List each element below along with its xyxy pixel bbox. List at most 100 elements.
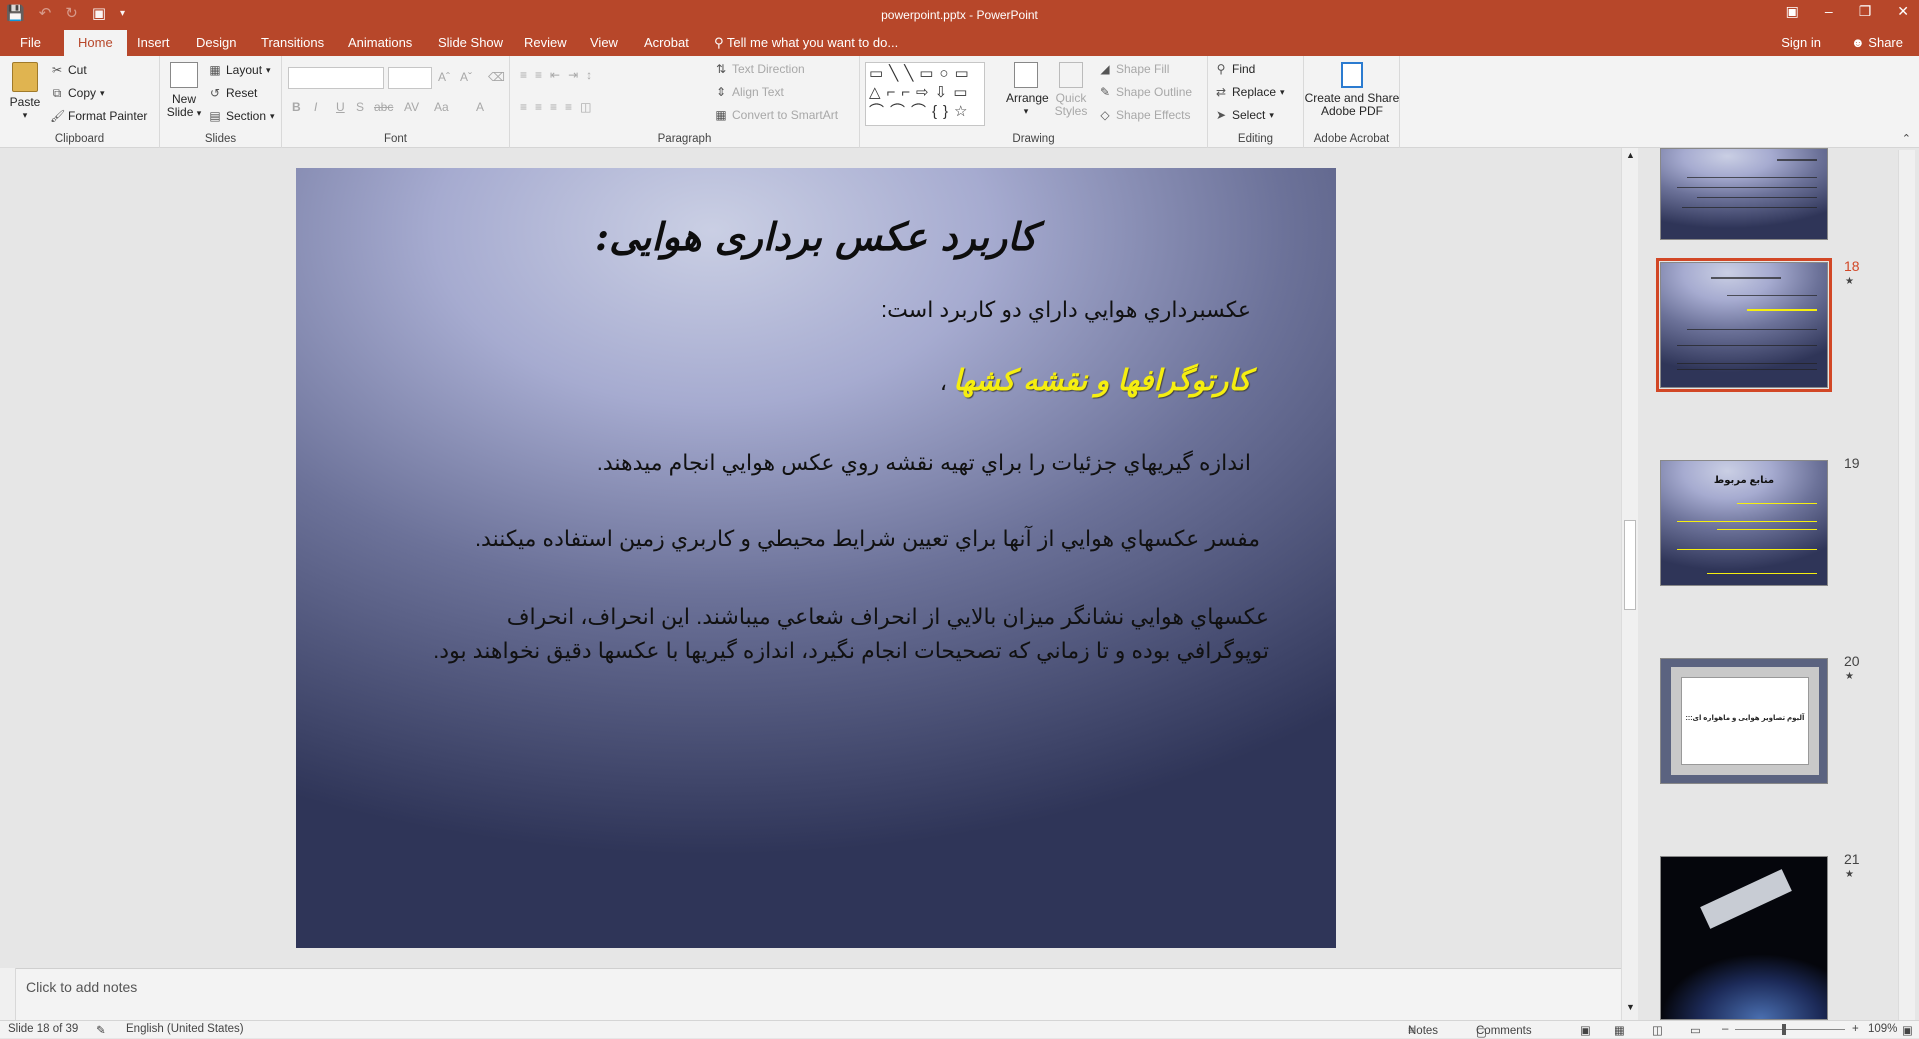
tell-me-search[interactable]: ⚲ Tell me what you want to do... xyxy=(714,35,898,51)
character-spacing-button[interactable]: AV xyxy=(404,100,419,114)
paint-bucket-icon: ◢ xyxy=(1100,62,1110,76)
create-adobe-pdf-button[interactable]: Create and Share Adobe PDF xyxy=(1304,62,1400,118)
font-color-button[interactable]: A xyxy=(476,100,484,114)
bullets-icon: ≡ xyxy=(520,68,532,82)
shape-fill-button[interactable]: ◢ Shape Fill xyxy=(1098,62,1169,76)
bold-button[interactable]: B xyxy=(292,100,301,114)
minimize-icon[interactable]: – xyxy=(1825,3,1833,20)
section-button[interactable]: ▤ Section ▾ xyxy=(208,109,274,123)
share-button[interactable]: ☻ Share xyxy=(1851,35,1903,50)
zoom-slider-thumb[interactable] xyxy=(1782,1024,1786,1035)
slideshow-view-icon[interactable]: ▭ xyxy=(1690,1023,1701,1037)
lightbulb-icon: ⚲ xyxy=(714,35,724,50)
slide-thumbnail[interactable] xyxy=(1660,856,1828,1020)
decrease-font-size-button[interactable]: Aˇ xyxy=(460,70,472,84)
thumbnail-scrollbar[interactable] xyxy=(1898,150,1915,1020)
font-size-dropdown[interactable] xyxy=(388,67,432,89)
select-button[interactable]: ➤ Select ▾ xyxy=(1214,108,1274,122)
language-indicator[interactable]: English (United States) xyxy=(126,1023,244,1035)
zoom-slider[interactable] xyxy=(1735,1029,1845,1030)
zoom-level[interactable]: 109% xyxy=(1868,1023,1897,1035)
shapes-gallery[interactable]: ▭╲╲▭○▭ △⌐⌐⇨⇩▭ ⌒⌒⌒{}☆ xyxy=(865,62,985,126)
cut-button[interactable]: ✂ Cut xyxy=(50,63,87,77)
slide-text-line-2[interactable]: اندازه گيريهاي جزئيات را براي تهيه نقشه … xyxy=(597,446,1251,480)
reset-button[interactable]: ↺ Reset xyxy=(208,86,257,100)
slide-text-line-3[interactable]: مفسر عكسهاي هوايي از آنها براي تعيين شرا… xyxy=(475,522,1260,556)
slide-text-line-4a[interactable]: عكسهاي هوايي نشانگر ميزان بالايي از انحر… xyxy=(507,600,1269,634)
reading-view-icon[interactable]: ◫ xyxy=(1652,1023,1663,1037)
layout-button[interactable]: ▦ Layout ▾ xyxy=(208,63,270,77)
tab-view[interactable]: View xyxy=(590,35,618,50)
align-text-button[interactable]: ⇕ Align Text xyxy=(714,85,784,99)
tab-home[interactable]: Home xyxy=(64,30,127,56)
tab-design[interactable]: Design xyxy=(196,35,236,50)
scroll-up-icon[interactable]: ▲ xyxy=(1626,150,1635,160)
strikethrough-button[interactable]: abc xyxy=(374,100,393,114)
fit-to-window-icon[interactable]: ▣ xyxy=(1902,1023,1913,1037)
slide-thumbnail-selected[interactable] xyxy=(1656,258,1832,392)
chevron-down-icon: ▾ xyxy=(196,108,202,118)
scroll-thumb[interactable] xyxy=(1624,520,1636,610)
slide-text-line-1[interactable]: عكسبرداري هوايي داراي دو كاربرد است: xyxy=(881,293,1251,327)
scissors-icon: ✂ xyxy=(51,63,63,77)
slide-text-line-4b[interactable]: توپوگرافي بوده و تا زماني كه تصحيحات انج… xyxy=(433,634,1269,668)
slide-title[interactable]: کاربرد عکس برداری هوایی: xyxy=(296,214,1336,259)
new-slide-button[interactable]: New Slide ▾ xyxy=(166,62,202,120)
tab-animations[interactable]: Animations xyxy=(348,35,412,50)
zoom-in-icon[interactable]: + xyxy=(1852,1023,1859,1035)
tab-file[interactable]: File xyxy=(20,35,41,50)
slide-thumbnail[interactable]: منابع مربوط xyxy=(1660,460,1828,586)
person-icon: ☻ xyxy=(1850,35,1865,50)
paste-button[interactable]: Paste ▾ xyxy=(8,62,42,122)
tab-slide-show[interactable]: Slide Show xyxy=(438,35,503,50)
animation-star-icon: ★ xyxy=(1845,671,1854,682)
increase-font-size-button[interactable]: Aˆ xyxy=(438,70,450,84)
reset-icon: ↺ xyxy=(209,86,221,100)
document-title: powerpoint.pptx - PowerPoint xyxy=(881,8,1038,22)
slide-thumbnail[interactable] xyxy=(1660,148,1828,240)
change-case-icon: Aa xyxy=(434,100,449,114)
arrange-button[interactable]: Arrange ▾ xyxy=(1006,62,1049,118)
replace-button[interactable]: ⇄ Replace ▾ xyxy=(1214,85,1285,99)
shape-effects-button[interactable]: ◇ Shape Effects xyxy=(1098,108,1190,122)
underline-button[interactable]: U xyxy=(336,100,345,114)
quick-styles-button[interactable]: Quick Styles xyxy=(1052,62,1090,118)
format-painter-button[interactable]: 🖌 Format Painter xyxy=(50,109,147,123)
slide-highlight-line[interactable]: کارتوگرافها و نقشه کشها ، xyxy=(940,364,1251,400)
thumbnail-number: 20 xyxy=(1844,653,1860,669)
text-direction-button[interactable]: ⇅ Text Direction xyxy=(714,62,805,76)
sign-in-link[interactable]: Sign in xyxy=(1781,35,1821,50)
clear-formatting-button[interactable]: ⌫ xyxy=(488,70,505,84)
slide-thumbnail[interactable]: آلبوم تصاویر هوایی و ماهواره ای::: xyxy=(1660,658,1828,784)
tab-transitions[interactable]: Transitions xyxy=(261,35,324,50)
collapse-ribbon-icon[interactable]: ⌃ xyxy=(1902,132,1911,145)
find-button[interactable]: ⚲ Find xyxy=(1214,62,1256,76)
tab-insert[interactable]: Insert xyxy=(137,35,170,50)
spelling-icon[interactable]: ✎ xyxy=(96,1023,106,1037)
slide-sorter-icon[interactable]: ▦ xyxy=(1614,1023,1625,1037)
close-icon[interactable]: ✕ xyxy=(1897,3,1909,20)
change-case-button[interactable]: Aa xyxy=(434,100,449,114)
list-buttons[interactable]: ≡ ≡ ⇤ ⇥ ↕ xyxy=(520,68,596,82)
tab-acrobat[interactable]: Acrobat xyxy=(644,35,689,50)
vertical-scrollbar[interactable]: ▲ ▼ xyxy=(1621,148,1638,1020)
tab-review[interactable]: Review xyxy=(524,35,567,50)
scroll-down-icon[interactable]: ▼ xyxy=(1626,1002,1635,1012)
notes-placeholder: Click to add notes xyxy=(26,979,138,995)
convert-smartart-button[interactable]: ▦ Convert to SmartArt xyxy=(714,108,838,122)
ribbon-tabs: File Home Insert Design Transitions Anim… xyxy=(0,30,1919,56)
shadow-button[interactable]: S xyxy=(356,100,364,114)
italic-button[interactable]: I xyxy=(314,100,317,114)
maximize-icon[interactable]: ❐ xyxy=(1859,3,1872,20)
copy-button[interactable]: ⧉ Copy ▾ xyxy=(50,86,105,100)
ribbon-display-options-icon[interactable]: ▣ xyxy=(1786,3,1799,20)
slide-canvas[interactable]: کاربرد عکس برداری هوایی: عكسبرداري هوايي… xyxy=(296,168,1336,948)
slides-group: New Slide ▾ ▦ Layout ▾ ↺ Reset ▤ Section ▾ Sl… xyxy=(160,56,282,148)
font-name-dropdown[interactable] xyxy=(288,67,384,89)
shape-outline-button[interactable]: ✎ Shape Outline xyxy=(1098,85,1192,99)
zoom-out-icon[interactable]: – xyxy=(1722,1023,1728,1035)
alignment-buttons[interactable]: ≡ ≡ ≡ ≡ ◫ xyxy=(520,100,595,114)
normal-view-icon[interactable]: ▣ xyxy=(1580,1023,1591,1037)
notes-pane[interactable]: Click to add notes xyxy=(16,968,1621,1020)
align-center-icon: ≡ xyxy=(535,100,547,114)
